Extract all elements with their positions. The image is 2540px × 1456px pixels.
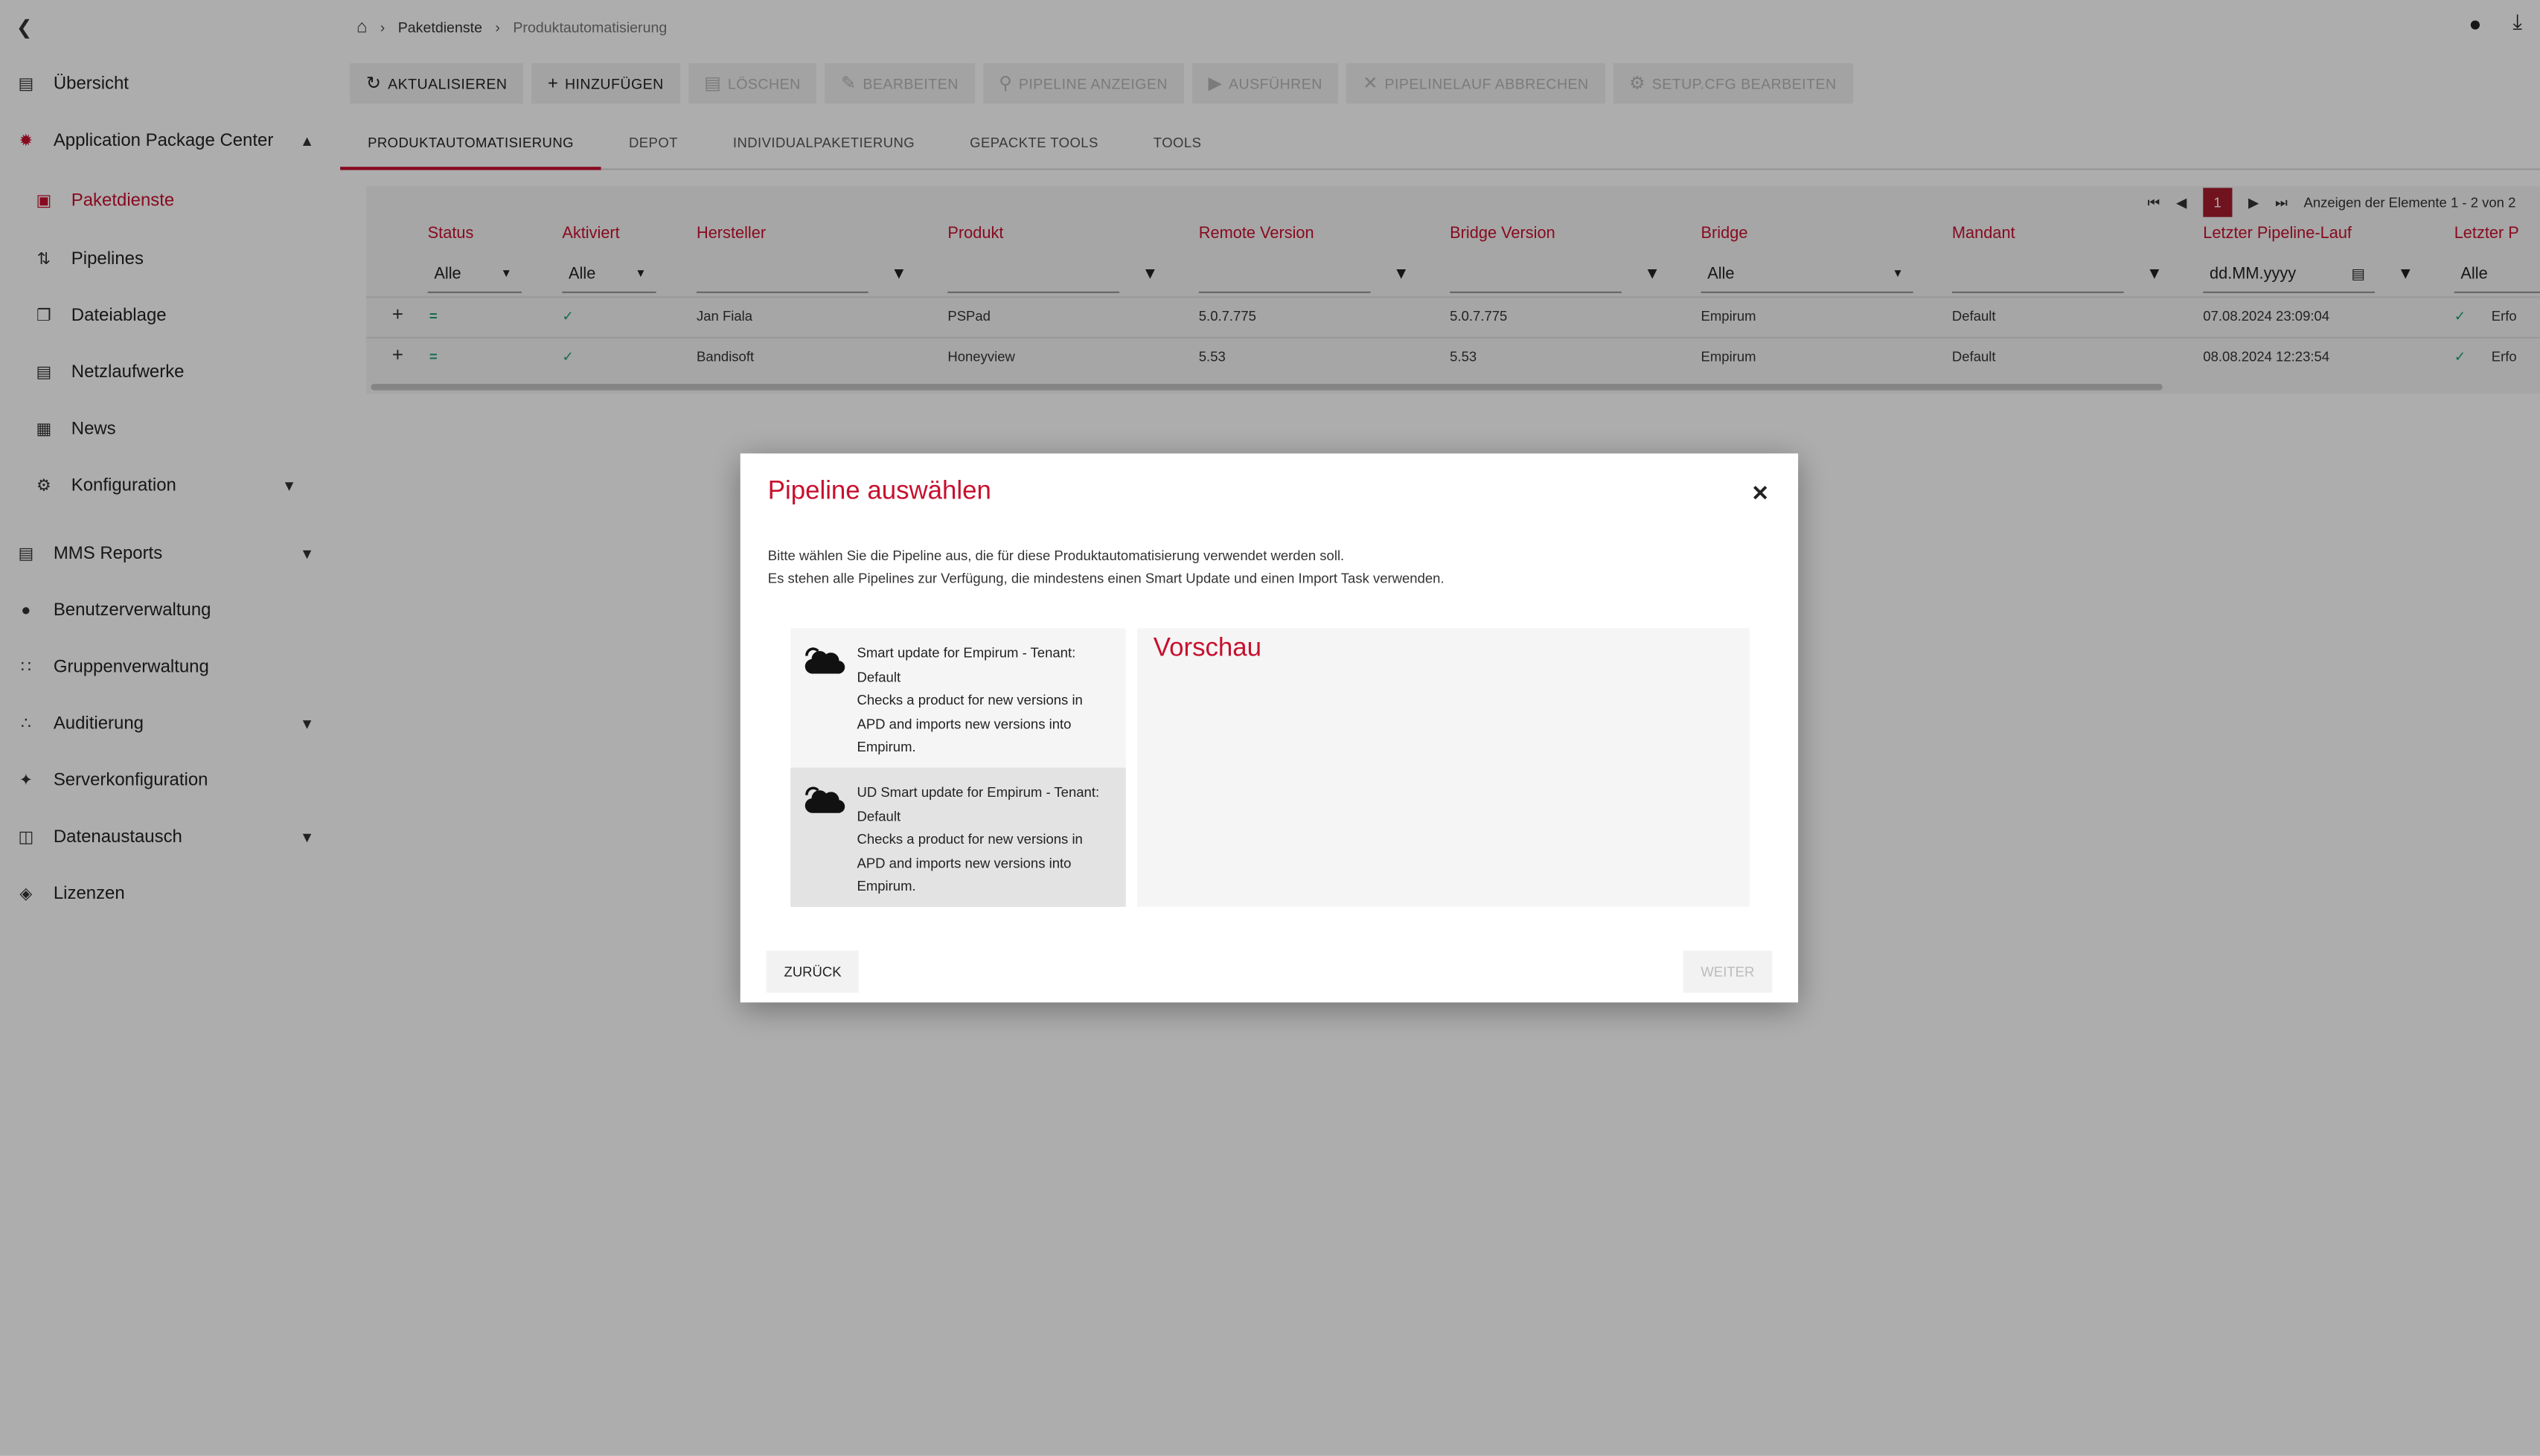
pipeline-name: UD Smart update for Empirum - Tenant: De… <box>857 783 1100 824</box>
preview-title: Vorschau <box>1153 635 1262 663</box>
list-item[interactable]: UD Smart update for Empirum - Tenant: De… <box>790 767 1126 907</box>
next-button[interactable]: WEITER <box>1683 950 1773 993</box>
cloud-icon <box>804 786 845 813</box>
close-icon[interactable]: ✕ <box>1751 481 1769 507</box>
pipeline-list: Smart update for Empirum - Tenant: Defau… <box>790 628 1126 907</box>
dialog-description: Bitte wählen Sie die Pipeline aus, die f… <box>767 547 1445 586</box>
pipeline-select-dialog: Pipeline auswählen ✕ Bitte wählen Sie di… <box>740 453 1799 1003</box>
dialog-title: Pipeline auswählen <box>767 478 991 506</box>
preview-panel: Vorschau <box>1137 628 1750 907</box>
pipeline-desc: Checks a product for new versions in APD… <box>857 830 1083 894</box>
list-item[interactable]: Smart update for Empirum - Tenant: Defau… <box>790 629 1126 768</box>
pipeline-name: Smart update for Empirum - Tenant: Defau… <box>857 644 1076 684</box>
back-button[interactable]: ZURÜCK <box>766 950 860 993</box>
pipeline-desc: Checks a product for new versions in APD… <box>857 691 1083 755</box>
cloud-icon <box>804 647 845 674</box>
